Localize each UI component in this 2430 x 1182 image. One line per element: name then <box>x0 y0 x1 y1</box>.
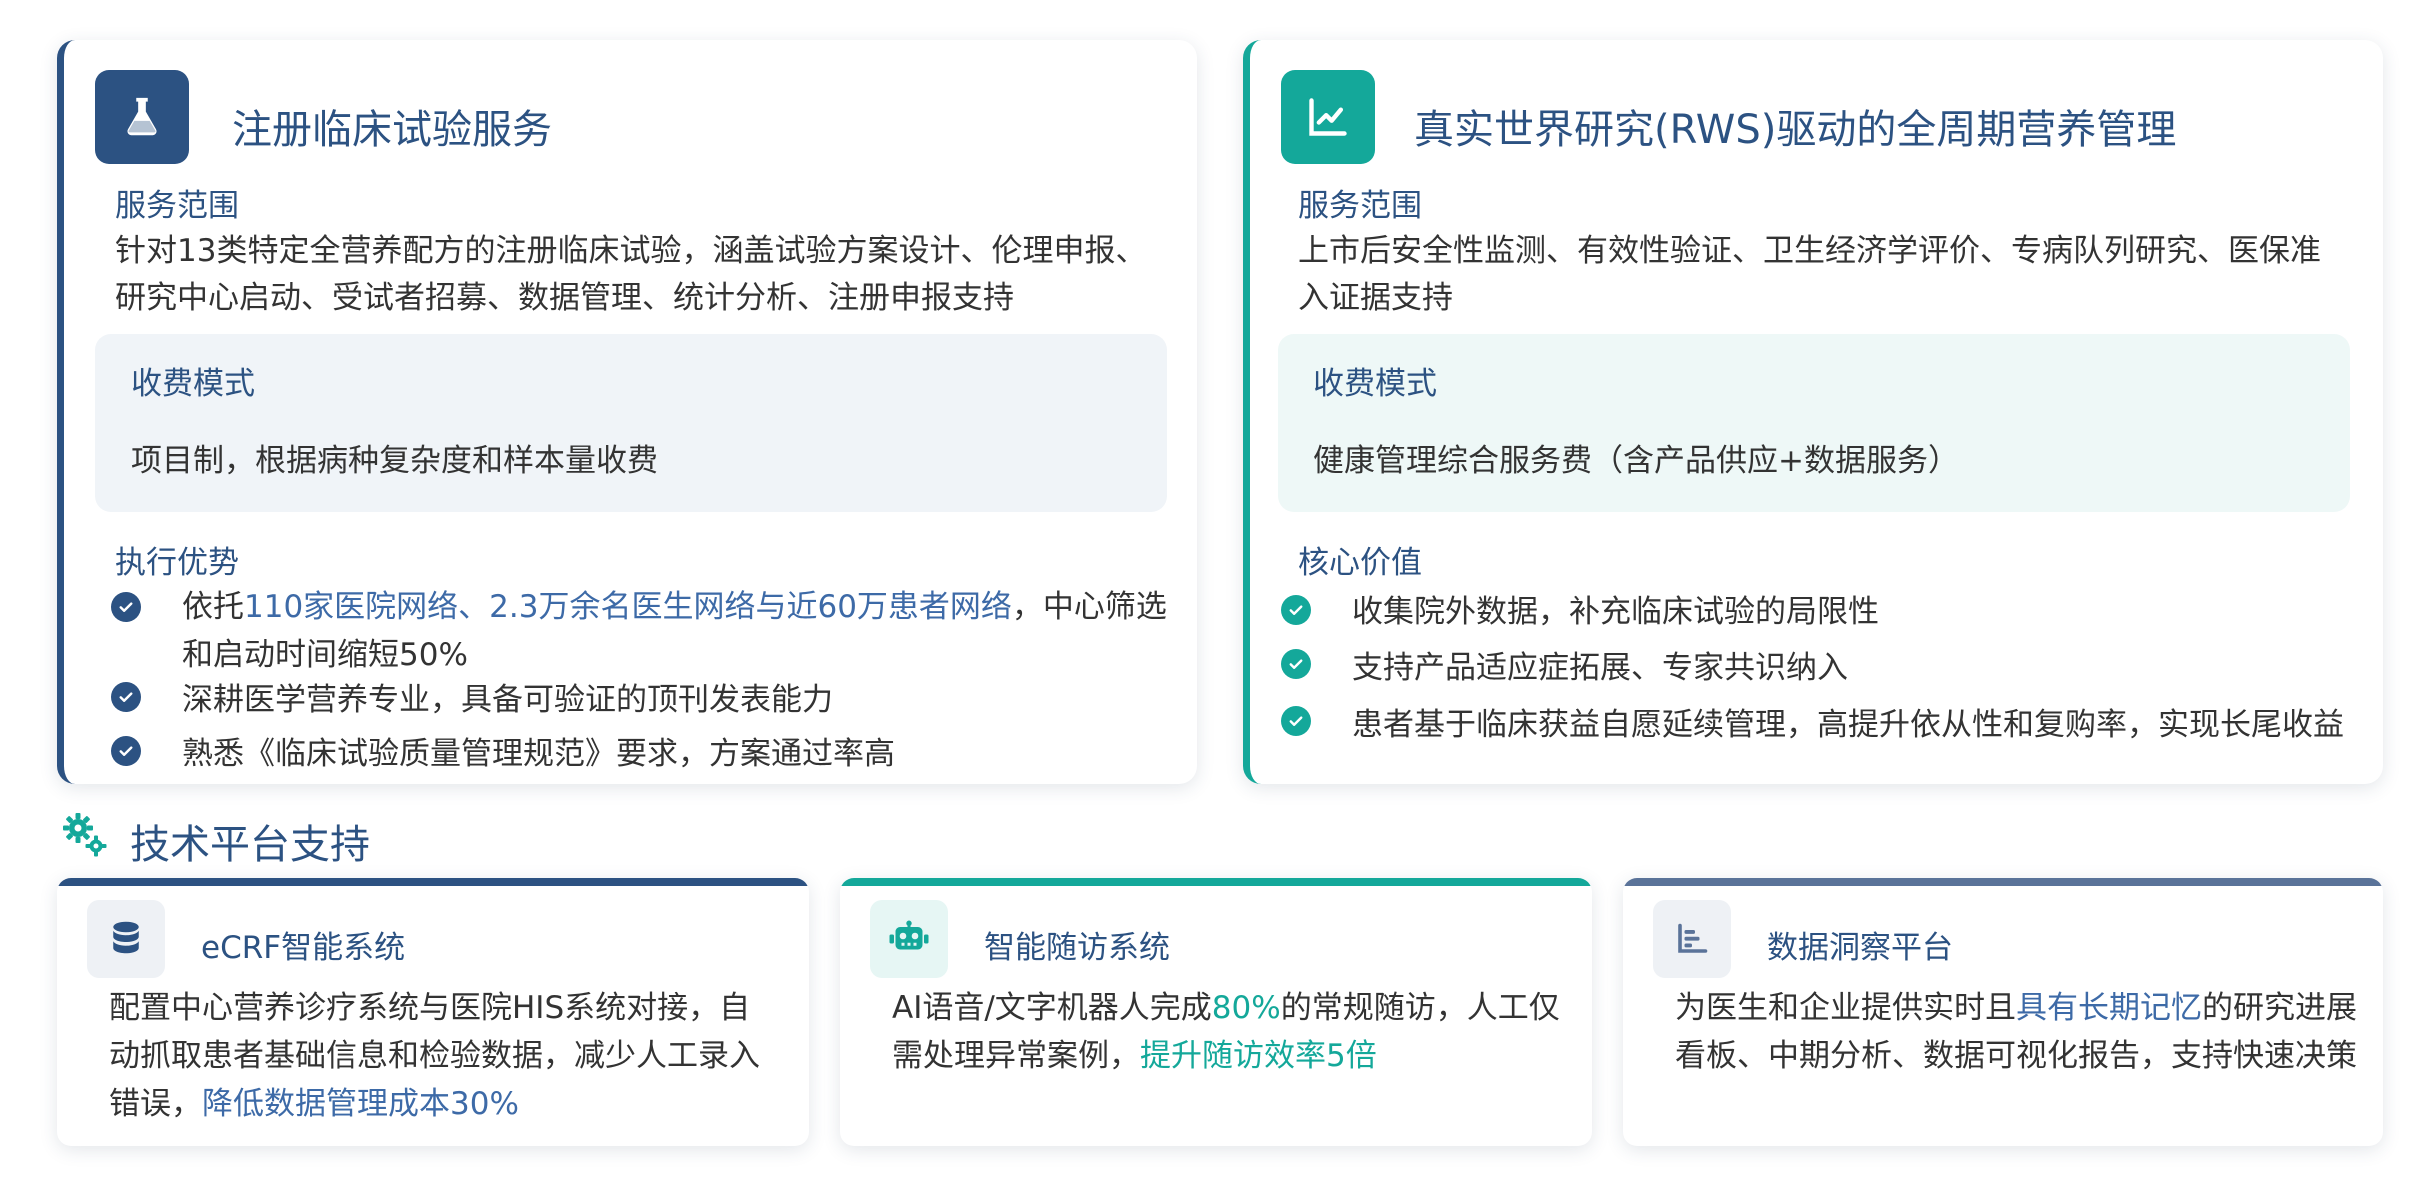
clinical-adv-item-2: 深耕医学营养专业，具备可验证的顶刊发表能力 <box>182 682 833 718</box>
rws-fee-box <box>1278 334 2350 512</box>
clinical-adv-item-3: 熟悉《临床试验质量管理规范》要求，方案通过率高 <box>182 736 895 772</box>
ecrf-card-text: 配置中心营养诊疗系统与医院HIS系统对接，自动抓取患者基础信息和检验数据，减少人… <box>109 984 769 1128</box>
platform-section-title: 技术平台支持 <box>130 822 370 868</box>
clinical-adv-label: 执行优势 <box>115 545 239 581</box>
rws-value-item-2: 支持产品适应症拓展、专家共识纳入 <box>1352 650 1848 686</box>
insight-card-title: 数据洞察平台 <box>1767 930 1953 966</box>
line-chart-icon <box>1281 70 1375 164</box>
clinical-fee-label: 收费模式 <box>131 366 255 402</box>
ecrf-card-title: eCRF智能系统 <box>201 930 406 966</box>
insight-text-before: 为医生和企业提供实时且 <box>1675 990 2016 1026</box>
check-icon <box>111 736 141 766</box>
followup-text-highlight: 80% <box>1211 990 1281 1026</box>
followup-text-highlight2: 提升随访效率5倍 <box>1140 1038 1377 1074</box>
ecrf-card: eCRF智能系统 配置中心营养诊疗系统与医院HIS系统对接，自动抓取患者基础信息… <box>57 878 809 1146</box>
database-icon <box>87 900 165 978</box>
clinical-card-title: 注册临床试验服务 <box>232 107 552 153</box>
insight-card: 数据洞察平台 为医生和企业提供实时且具有长期记忆的研究进展看板、中期分析、数据可… <box>1623 878 2383 1146</box>
rws-value-item-3: 患者基于临床获益自愿延续管理，高提升依从性和复购率，实现长尾收益 <box>1352 707 2344 743</box>
rws-fee-label: 收费模式 <box>1313 366 1437 402</box>
followup-card-title: 智能随访系统 <box>984 930 1170 966</box>
robot-icon <box>870 900 948 978</box>
rws-scope-line2: 入证据支持 <box>1298 280 1453 316</box>
rws-scope-label: 服务范围 <box>1298 188 1422 224</box>
ecrf-card-topbar <box>57 878 809 886</box>
rws-value-item-1: 收集院外数据，补充临床试验的局限性 <box>1352 594 1879 630</box>
rws-card-title: 真实世界研究(RWS)驱动的全周期营养管理 <box>1414 107 2177 153</box>
clinical-scope-label: 服务范围 <box>115 188 239 224</box>
insight-text-highlight: 具有长期记忆 <box>2016 990 2202 1026</box>
insight-card-topbar <box>1623 878 2383 886</box>
check-icon <box>111 682 141 712</box>
clinical-fee-text: 项目制，根据病种复杂度和样本量收费 <box>131 443 658 479</box>
adv-item-1-prefix: 依托 <box>182 589 244 625</box>
followup-card: 智能随访系统 AI语音/文字机器人完成80%的常规随访，人工仅需处理异常案例，提… <box>840 878 1592 1146</box>
check-icon <box>1281 706 1311 736</box>
ecrf-text-highlight: 降低数据管理成本30% <box>202 1086 519 1122</box>
followup-card-topbar <box>840 878 1592 886</box>
followup-card-text: AI语音/文字机器人完成80%的常规随访，人工仅需处理异常案例，提升随访效率5倍 <box>892 984 1562 1080</box>
rws-fee-text: 健康管理综合服务费（含产品供应+数据服务） <box>1313 443 1959 479</box>
insight-card-text: 为医生和企业提供实时且具有长期记忆的研究进展看板、中期分析、数据可视化报告，支持… <box>1675 984 2365 1080</box>
flask-icon <box>95 70 189 164</box>
gears-icon <box>60 810 110 860</box>
check-icon <box>1281 595 1311 625</box>
followup-text-before: AI语音/文字机器人完成 <box>892 990 1212 1026</box>
bar-chart-icon <box>1653 900 1731 978</box>
clinical-scope-line2: 研究中心启动、受试者招募、数据管理、统计分析、注册申报支持 <box>115 280 1014 316</box>
clinical-adv-item-1-line2: 和启动时间缩短50% <box>182 637 468 673</box>
clinical-adv-item-1: 依托110家医院网络、2.3万余名医生网络与近60万患者网络，中心筛选 <box>182 584 1167 630</box>
check-icon <box>111 592 141 622</box>
adv-item-1-suffix: ，中心筛选 <box>1011 589 1167 625</box>
rws-scope-line1: 上市后安全性监测、有效性验证、卫生经济学评价、专病队列研究、医保准 <box>1298 233 2321 269</box>
check-icon <box>1281 649 1311 679</box>
clinical-scope-line1: 针对13类特定全营养配方的注册临床试验，涵盖试验方案设计、伦理申报、 <box>115 233 1147 269</box>
rws-value-label: 核心价值 <box>1298 545 1422 581</box>
clinical-fee-box <box>95 334 1167 512</box>
adv-item-1-highlight: 110家医院网络、2.3万余名医生网络与近60万患者网络 <box>244 589 1012 625</box>
